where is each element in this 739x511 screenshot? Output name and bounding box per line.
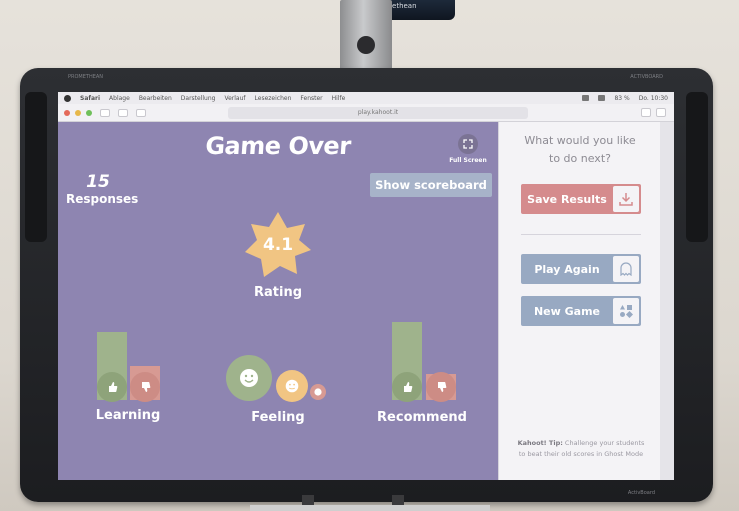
new-game-label: New Game	[533, 304, 601, 318]
feeling-neutral-icon	[276, 370, 308, 402]
projector-mount	[340, 0, 392, 72]
rating-label: Rating	[253, 285, 302, 300]
sidebar-button[interactable]	[136, 108, 146, 117]
learning-thumbs-down-icon	[130, 372, 160, 402]
panel-divider	[521, 234, 641, 235]
feeling-sad-icon	[310, 384, 326, 400]
responses-counter: 15 Responses	[66, 172, 139, 206]
recommend-thumbs-up-icon	[392, 372, 422, 402]
toolbar-right-group	[641, 108, 666, 117]
dropbox-icon[interactable]	[582, 95, 590, 101]
save-results-button[interactable]: Save Results	[521, 184, 641, 214]
wifi-icon[interactable]	[598, 95, 606, 101]
zoom-window-icon[interactable]	[86, 109, 92, 116]
mount-knob	[357, 36, 375, 54]
next-question-line2: to do next?	[549, 152, 611, 165]
menu-fenster[interactable]: Fenster	[300, 95, 322, 102]
floor-strip	[250, 505, 490, 511]
left-speaker	[25, 92, 47, 242]
shapes-icon	[613, 298, 639, 324]
feeling-label: Feeling	[251, 410, 305, 425]
safari-toolbar: play.kahoot.it	[58, 104, 674, 122]
learning-thumbs-up-icon	[97, 372, 127, 402]
tabs-button[interactable]	[656, 108, 666, 117]
kahoot-tip: Kahoot! Tip: Challenge your students to …	[517, 438, 645, 460]
back-button[interactable]	[100, 108, 110, 117]
close-window-icon[interactable]	[64, 109, 70, 116]
responses-label: Responses	[66, 192, 139, 206]
next-actions-panel: What would you like to do next? Save Res…	[498, 122, 660, 480]
kahoot-game-over-screen: Game Over Full Screen 15 Responses Show …	[58, 122, 498, 480]
save-results-label: Save Results	[527, 192, 607, 206]
fullscreen-icon	[458, 134, 478, 154]
menu-darstellung[interactable]: Darstellung	[181, 95, 216, 102]
right-speaker	[686, 92, 708, 242]
menu-safari[interactable]: Safari	[80, 95, 100, 102]
recommend-thumbs-down-icon	[426, 372, 456, 402]
address-bar[interactable]: play.kahoot.it	[228, 107, 528, 119]
page-title: Game Over	[204, 132, 352, 160]
menu-ablage[interactable]: Ablage	[109, 95, 130, 102]
menu-verlauf[interactable]: Verlauf	[224, 95, 245, 102]
forward-button[interactable]	[118, 108, 128, 117]
share-button[interactable]	[641, 108, 651, 117]
recommend-label: Recommend	[377, 410, 467, 425]
ghost-icon	[613, 256, 639, 282]
mac-menubar: Safari Ablage Bearbeiten Darstellung Ver…	[58, 92, 674, 104]
next-question: What would you like to do next?	[507, 132, 653, 168]
menu-hilfe[interactable]: Hilfe	[332, 95, 346, 102]
menu-bearbeiten[interactable]: Bearbeiten	[139, 95, 172, 102]
rating-value: 4.1	[262, 235, 294, 255]
play-again-button[interactable]: Play Again	[521, 254, 641, 284]
play-again-label: Play Again	[534, 262, 600, 276]
browser-scroll-strip	[660, 122, 674, 480]
responses-count: 15	[86, 172, 110, 192]
battery-status[interactable]: 83 %	[614, 95, 629, 102]
download-icon	[613, 186, 639, 212]
board-brand-bottom: ActivBoard	[627, 490, 655, 496]
display-screen: Safari Ablage Bearbeiten Darstellung Ver…	[58, 92, 674, 480]
learning-label: Learning	[95, 408, 161, 423]
menubar-clock[interactable]: Do. 10:30	[639, 95, 668, 102]
feeling-happy-icon	[226, 355, 272, 401]
show-scoreboard-button[interactable]: Show scoreboard	[370, 173, 492, 197]
minimize-window-icon[interactable]	[75, 109, 81, 116]
board-brand-right: ACTIVBOARD	[630, 74, 663, 80]
tip-title: Kahoot! Tip:	[517, 439, 563, 447]
fullscreen-label: Full Screen	[449, 157, 487, 164]
menu-lesezeichen[interactable]: Lesezeichen	[255, 95, 292, 102]
next-question-line1: What would you like	[524, 134, 636, 147]
new-game-button[interactable]: New Game	[521, 296, 641, 326]
fullscreen-button[interactable]: Full Screen	[446, 134, 490, 164]
board-brand-left: PROMETHEAN	[68, 74, 104, 80]
apple-icon[interactable]	[64, 94, 71, 102]
